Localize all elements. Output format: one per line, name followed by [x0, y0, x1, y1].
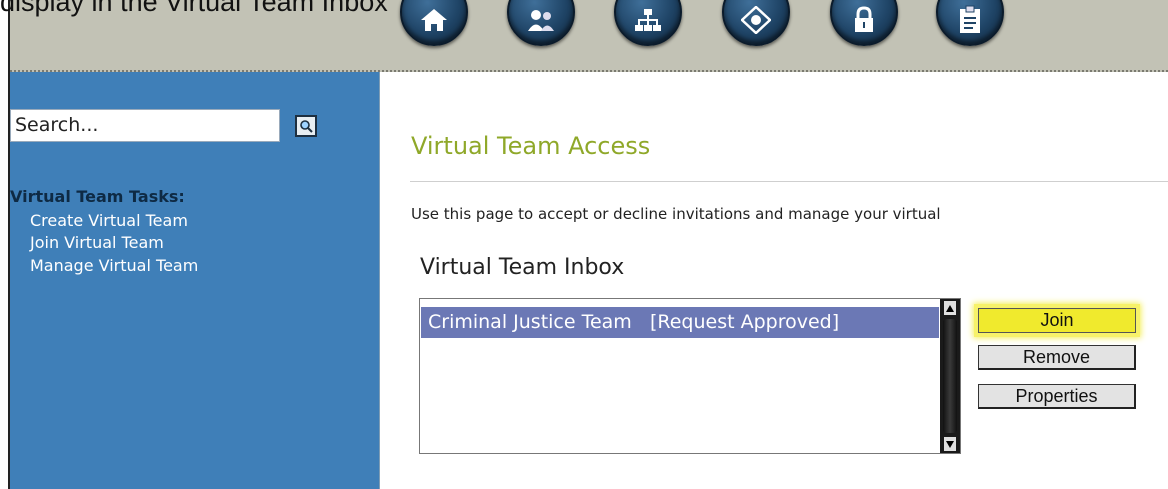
- sidebar: Search... Virtual Team Tasks: Create Vir…: [10, 72, 379, 489]
- virtual-team-inbox-list[interactable]: Criminal Justice Team [Request Approved]: [419, 298, 961, 454]
- join-button[interactable]: Join: [978, 308, 1136, 333]
- join-virtual-team-link[interactable]: Join Virtual Team: [30, 233, 164, 252]
- clipboard-icon[interactable]: [936, 0, 1004, 46]
- list-item[interactable]: Criminal Justice Team [Request Approved]: [421, 307, 939, 338]
- search-input[interactable]: Search...: [10, 109, 280, 142]
- inbox-heading: Virtual Team Inbox: [420, 255, 625, 280]
- lock-icon[interactable]: [830, 0, 898, 46]
- page-title: Virtual Team Access: [411, 132, 651, 160]
- page-description: Use this page to accept or decline invit…: [411, 205, 941, 223]
- scroll-thumb[interactable]: [943, 319, 957, 433]
- instruction-caption: display in the Virtual Team Inbox: [0, 0, 388, 17]
- search-button[interactable]: [295, 115, 317, 137]
- compass-icon[interactable]: [722, 0, 790, 46]
- manage-virtual-team-link[interactable]: Manage Virtual Team: [30, 256, 198, 275]
- hierarchy-icon[interactable]: [614, 0, 682, 46]
- scrollbar[interactable]: [940, 299, 960, 453]
- content-divider: [379, 72, 380, 489]
- tasks-heading: Virtual Team Tasks:: [10, 187, 185, 206]
- scroll-up-icon[interactable]: [944, 301, 956, 315]
- request-status: [Request Approved]: [649, 311, 840, 333]
- create-virtual-team-link[interactable]: Create Virtual Team: [30, 211, 188, 230]
- search-icon: [300, 120, 313, 133]
- remove-button[interactable]: Remove: [978, 345, 1136, 370]
- team-name: Criminal Justice Team: [428, 311, 632, 333]
- properties-button[interactable]: Properties: [978, 384, 1136, 409]
- title-rule: [410, 181, 1168, 182]
- scroll-down-icon[interactable]: [944, 437, 956, 451]
